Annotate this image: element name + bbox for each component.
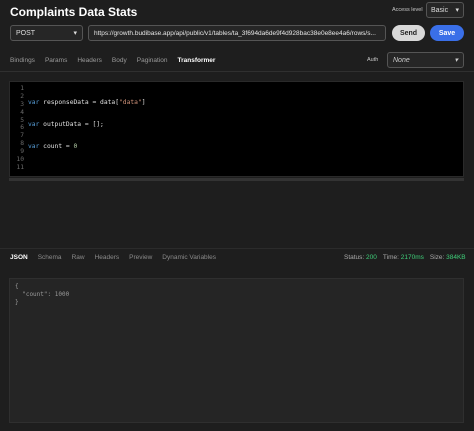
size-stat: Size: 384KB <box>430 254 466 261</box>
status-value: 200 <box>366 254 377 261</box>
tab-transformer[interactable]: Transformer <box>177 57 215 64</box>
time-value: 2170ms <box>400 254 424 261</box>
status-label: Status: <box>344 254 365 261</box>
line-numbers: 1 2 3 4 5 6 7 8 9 10 11 <box>10 85 24 172</box>
save-button[interactable]: Save <box>430 25 464 41</box>
status-stat: Status: 200 <box>344 254 377 261</box>
line-number: 5 <box>20 116 24 124</box>
line-number: 8 <box>20 140 24 148</box>
editor-scrollbar[interactable] <box>9 178 464 181</box>
tab-dynamic-variables[interactable]: Dynamic Variables <box>162 254 216 261</box>
method-select[interactable]: POST ▾ <box>10 25 83 41</box>
code-line: ​ <box>28 165 388 173</box>
divider <box>0 71 474 72</box>
tab-response-headers[interactable]: Headers <box>95 254 120 261</box>
line-number: 3 <box>20 100 24 108</box>
auth-value: None <box>393 56 410 64</box>
auth-label: Auth <box>367 57 379 63</box>
tab-body[interactable]: Body <box>112 57 127 64</box>
code-line: var count = 0 <box>28 142 78 150</box>
tab-params[interactable]: Params <box>45 57 67 64</box>
size-value: 384KB <box>446 254 466 261</box>
code-editor[interactable]: 1 2 3 4 5 6 7 8 9 10 11 var responseData… <box>9 81 464 177</box>
line-number: 11 <box>16 163 24 171</box>
auth-select[interactable]: None ▾ <box>387 52 464 68</box>
line-number: 6 <box>20 124 24 132</box>
time-label: Time: <box>382 254 399 261</box>
tab-bindings[interactable]: Bindings <box>10 57 35 64</box>
line-number: 9 <box>20 148 24 156</box>
line-number: 1 <box>20 85 24 92</box>
code-line: var outputData = []; <box>28 120 104 128</box>
line-number: 4 <box>20 108 24 116</box>
tab-headers[interactable]: Headers <box>77 57 102 64</box>
line-number: 7 <box>20 132 24 140</box>
line-number: 10 <box>16 156 24 164</box>
method-value: POST <box>16 29 36 37</box>
tab-pagination[interactable]: Pagination <box>137 57 168 64</box>
request-tabs: Bindings Params Headers Body Pagination … <box>10 57 225 64</box>
divider <box>0 248 474 249</box>
line-number: 2 <box>20 92 24 100</box>
code-lines: var responseData = data["data"] var outp… <box>28 85 388 176</box>
size-label: Size: <box>429 254 445 261</box>
chevron-down-icon: ▾ <box>454 57 458 64</box>
response-body[interactable]: { "count": 1000 } <box>9 278 464 423</box>
page-title: Complaints Data Stats <box>10 5 138 19</box>
tab-json[interactable]: JSON <box>10 254 28 261</box>
access-level-select[interactable]: Basic ▾ <box>426 2 464 18</box>
access-level-value: Basic <box>431 6 449 14</box>
access-level-label: Access level <box>392 7 423 13</box>
time-stat: Time: 2170ms <box>383 254 424 261</box>
tab-raw[interactable]: Raw <box>72 254 85 261</box>
send-button[interactable]: Send <box>392 25 425 41</box>
chevron-down-icon: ▾ <box>73 30 77 37</box>
response-tabs: JSON Schema Raw Headers Preview Dynamic … <box>10 254 226 261</box>
code-line: var responseData = data["data"] <box>28 99 146 106</box>
url-input[interactable]: https://growth.budibase.app/api/public/v… <box>88 25 386 41</box>
response-stats: Status: 200 Time: 2170ms Size: 384KB <box>344 254 466 261</box>
tab-schema[interactable]: Schema <box>38 254 62 261</box>
chevron-down-icon: ▾ <box>455 7 459 14</box>
tab-preview[interactable]: Preview <box>129 254 152 261</box>
